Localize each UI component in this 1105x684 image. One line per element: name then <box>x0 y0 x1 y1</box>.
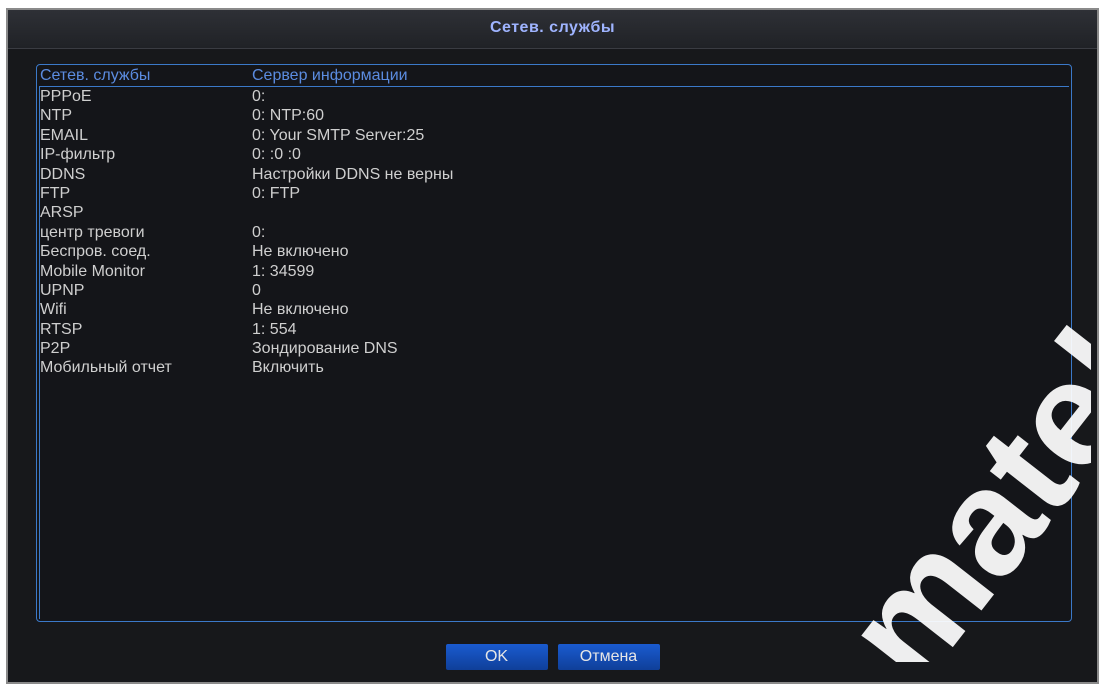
service-name: P2P <box>40 340 71 358</box>
service-name: центр тревоги <box>40 223 145 241</box>
table-row[interactable]: PPPoE 0: <box>39 88 1069 107</box>
service-info: Не включено <box>252 243 349 261</box>
service-name: EMAIL <box>40 126 89 144</box>
service-info: Зондирование DNS <box>252 340 398 358</box>
table-row[interactable]: Mobile Monitor 1: 34599 <box>39 263 1069 282</box>
service-name: RTSP <box>40 320 83 338</box>
service-info: 0: <box>252 88 266 105</box>
service-info: Не включено <box>252 301 349 319</box>
network-services-dialog: Сетев. службы Сетев. службы Сервер инфор… <box>6 8 1099 684</box>
service-name: Беспров. соед. <box>40 243 151 261</box>
service-name: Мобильный отчет <box>40 359 172 377</box>
service-info: 0: Your SMTP Server:25 <box>252 126 425 144</box>
table-row[interactable]: RTSP 1: 554 <box>39 321 1069 340</box>
service-name: DDNS <box>40 165 86 183</box>
service-info: 1: 34599 <box>252 262 315 280</box>
service-name: ARSP <box>40 204 84 222</box>
table-row[interactable]: NTP 0: NTP:60 <box>39 107 1069 126</box>
header-server-info: Сервер информации <box>252 67 408 84</box>
table-row[interactable]: центр тревоги 0: <box>39 224 1069 243</box>
service-info: 0: NTP:60 <box>252 107 325 125</box>
table-row[interactable]: P2P Зондирование DNS <box>39 340 1069 359</box>
service-name: IP-фильтр <box>40 146 116 164</box>
service-name: NTP <box>40 107 72 125</box>
service-info: Включить <box>252 359 324 377</box>
table-row[interactable]: UPNP 0 <box>39 282 1069 301</box>
table-row[interactable]: DDNS Настройки DDNS не верны <box>39 166 1069 185</box>
service-name: Mobile Monitor <box>40 262 145 280</box>
service-info: 0: FTP <box>252 184 301 202</box>
dialog-footer: OK Отмена <box>8 644 1097 670</box>
service-info: 0: <box>252 223 266 241</box>
table-body: PPPoE 0: NTP 0: NTP:60 EMAIL 0: Your SMTP S… <box>39 88 1069 379</box>
service-info: 1: 554 <box>252 320 297 338</box>
cancel-button[interactable]: Отмена <box>557 644 660 670</box>
service-info: 0: :0 :0 <box>252 146 301 164</box>
service-info: Настройки DDNS не верны <box>252 165 454 183</box>
title-bar: Сетев. службы <box>8 10 1097 49</box>
table-row[interactable]: Мобильный отчет Включить <box>39 359 1069 378</box>
service-name: UPNP <box>40 281 85 299</box>
dialog-title: Сетев. службы <box>489 19 616 36</box>
table-row[interactable]: ARSP <box>39 204 1069 223</box>
header-service: Сетев. службы <box>40 67 151 84</box>
service-info: 0 <box>252 281 261 299</box>
table-row[interactable]: EMAIL 0: Your SMTP Server:25 <box>39 127 1069 146</box>
table-row[interactable]: IP-фильтр 0: :0 :0 <box>39 146 1069 165</box>
table-row[interactable]: Беспров. соед. Не включено <box>39 243 1069 262</box>
service-name: PPPoE <box>40 88 92 105</box>
table-row[interactable]: FTP 0: FTP <box>39 185 1069 204</box>
table-row[interactable]: Wifi Не включено <box>39 301 1069 320</box>
service-name: Wifi <box>40 301 67 319</box>
table-header: Сетев. службы Сервер информации <box>39 66 1069 87</box>
service-name: FTP <box>40 184 71 202</box>
services-table: Сетев. службы Сервер информации PPPoE 0: … <box>36 64 1072 622</box>
ok-button[interactable]: OK <box>445 644 548 670</box>
